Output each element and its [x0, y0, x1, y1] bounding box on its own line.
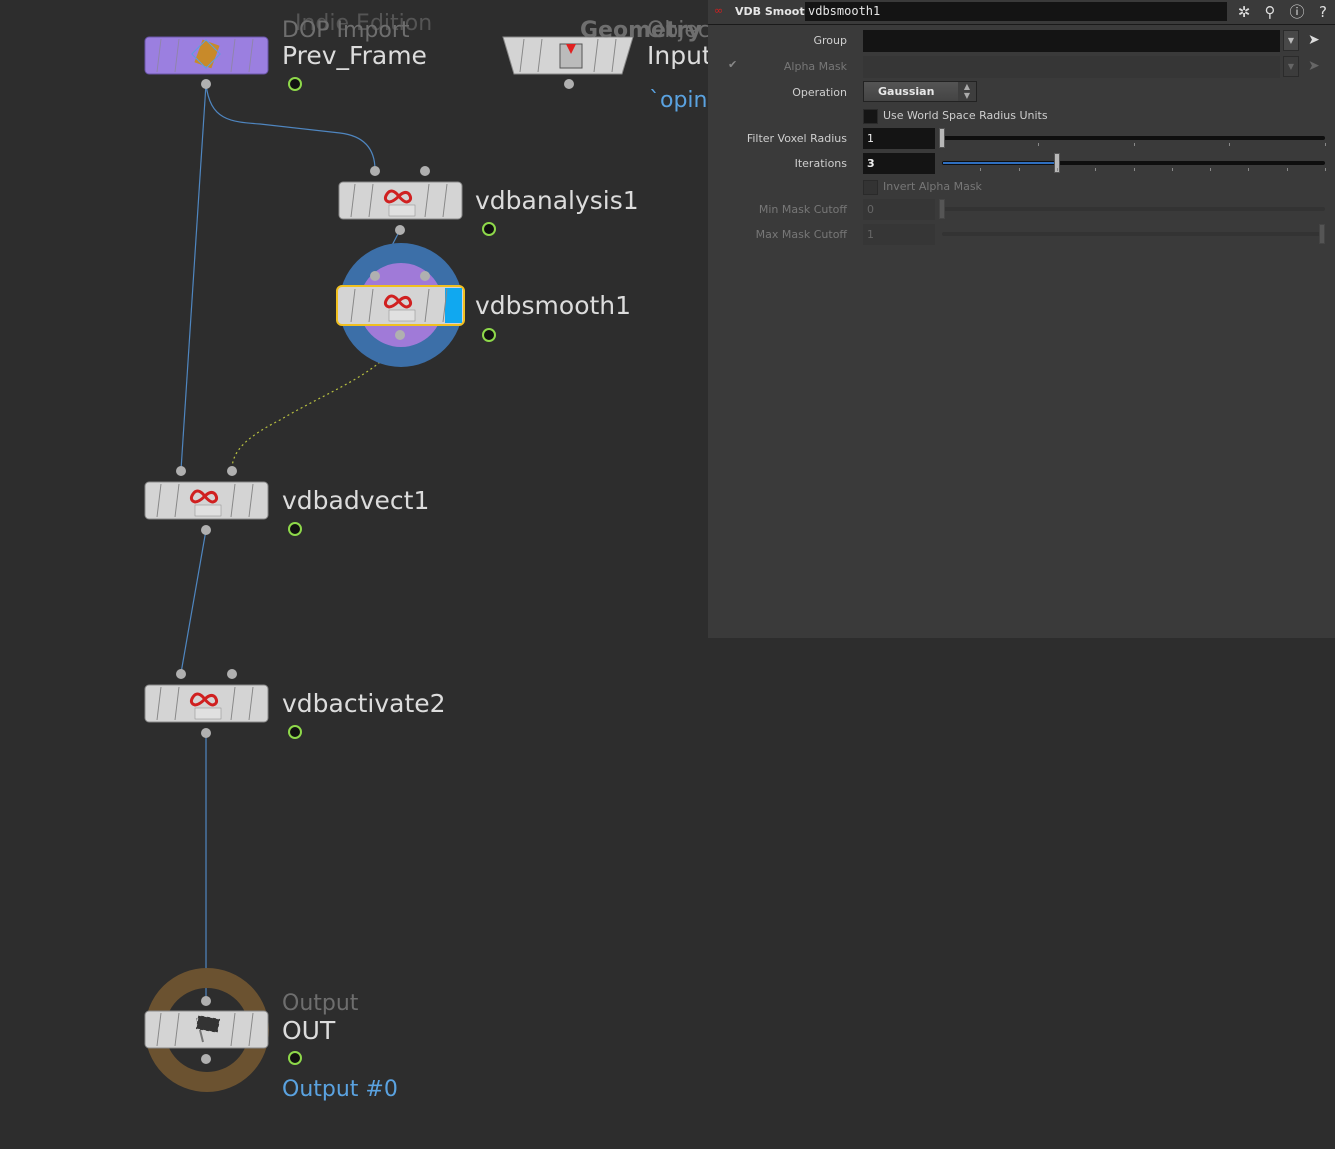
node-vdbactivate2[interactable]: vdbactivate2: [144, 669, 446, 739]
max-mask-cutoff-label: Max Mask Cutoff: [755, 228, 847, 241]
input-connector[interactable]: [420, 271, 430, 281]
slider-tick: [1229, 143, 1231, 146]
slider-tick: [1210, 168, 1212, 171]
min-mask-cutoff-slider[interactable]: [942, 207, 1325, 211]
help-icon[interactable]: ?: [1314, 3, 1332, 21]
node-type-label: DOP Import: [282, 18, 410, 43]
iterations-label: Iterations: [794, 157, 847, 170]
output-connector[interactable]: [201, 728, 211, 738]
node-name-label: OUT: [282, 1016, 336, 1045]
clock-icon: [482, 222, 496, 236]
min-mask-cutoff-input[interactable]: 0: [863, 199, 935, 220]
input-connector[interactable]: [227, 466, 237, 476]
slider-tick: [980, 168, 982, 171]
updown-arrow-icon: ▲ ▼: [958, 82, 976, 101]
group-input[interactable]: [863, 30, 1280, 52]
node-name-label: vdbactivate2: [282, 689, 446, 718]
slider-tick: [1095, 168, 1097, 171]
min-mask-cutoff-handle[interactable]: [939, 199, 945, 219]
node-comment: `opin: [649, 88, 707, 113]
node-vdbadvect1[interactable]: vdbadvect1: [144, 466, 429, 536]
parameter-header: ∞ VDB Smooth vdbsmooth1 ✲ ⚲ ⓘ ?: [708, 0, 1335, 25]
alpha-mask-toggle-icon[interactable]: ✔: [728, 58, 737, 71]
input-connector[interactable]: [370, 271, 380, 281]
node-comment: Output #0: [282, 1077, 398, 1102]
node-vdbsmooth1[interactable]: vdbsmooth1: [336, 243, 631, 367]
gear-icon[interactable]: ✲: [1235, 3, 1253, 21]
slider-tick: [1037, 143, 1039, 146]
min-mask-cutoff-label: Min Mask Cutoff: [758, 203, 847, 216]
slider-tick: [1133, 143, 1135, 146]
clock-icon: [288, 522, 302, 536]
output-connector[interactable]: [564, 79, 574, 89]
node-type-title: VDB Smooth: [735, 5, 813, 18]
invert-alpha-label: Invert Alpha Mask: [883, 180, 982, 193]
select-arrow-icon[interactable]: ➤: [1308, 32, 1320, 48]
search-icon[interactable]: ⚲: [1261, 3, 1279, 21]
filter-voxel-radius-input[interactable]: 1: [863, 128, 935, 149]
output-connector[interactable]: [201, 525, 211, 535]
filter-voxel-radius-label: Filter Voxel Radius: [746, 132, 847, 145]
node-input[interactable]: Geometry Object Input `opin: [502, 18, 719, 113]
max-mask-cutoff-input[interactable]: 1: [863, 224, 935, 245]
alpha-mask-dropdown-button[interactable]: ▼: [1283, 56, 1299, 77]
node-name-label: vdbanalysis1: [475, 186, 639, 215]
node-name-label: vdbadvect1: [282, 486, 429, 515]
input-connector[interactable]: [176, 669, 186, 679]
operation-label: Operation: [792, 86, 847, 99]
node-name-field[interactable]: vdbsmooth1: [805, 2, 1227, 21]
node-vdbanalysis1[interactable]: vdbanalysis1: [338, 166, 639, 236]
slider-tick: [1018, 168, 1020, 171]
filter-voxel-radius-slider[interactable]: [942, 136, 1325, 140]
display-flag[interactable]: [445, 288, 462, 323]
output-connector[interactable]: [395, 330, 405, 340]
info-icon[interactable]: ⓘ: [1288, 3, 1306, 21]
wires: [180, 83, 401, 1000]
operation-menu[interactable]: Gaussian ▲ ▼: [863, 81, 977, 102]
filter-voxel-radius-handle[interactable]: [939, 128, 945, 148]
slider-tick: [1286, 168, 1288, 171]
slider-tick: [1248, 168, 1250, 171]
slider-tick: [1056, 168, 1058, 171]
input-connector[interactable]: [201, 996, 211, 1006]
clock-icon: [288, 77, 302, 91]
max-mask-cutoff-handle[interactable]: [1319, 224, 1325, 244]
output-connector[interactable]: [201, 79, 211, 89]
clock-icon: [482, 328, 496, 342]
input-connector[interactable]: [176, 466, 186, 476]
slider-tick: [1133, 168, 1135, 171]
alpha-mask-input[interactable]: [863, 56, 1280, 78]
node-name-label: Prev_Frame: [282, 41, 427, 70]
clock-icon: [288, 1051, 302, 1065]
slider-tick: [1325, 168, 1326, 171]
object-merge-icon: [559, 43, 583, 69]
world-space-checkbox[interactable]: [863, 109, 878, 124]
world-space-label: Use World Space Radius Units: [883, 109, 1048, 122]
clock-icon: [288, 725, 302, 739]
iterations-slider-fill: [943, 162, 1058, 164]
group-label: Group: [813, 34, 848, 47]
slider-tick: [1325, 143, 1326, 146]
vdb-node-type-icon[interactable]: ∞: [714, 4, 732, 22]
node-prev-frame[interactable]: DOP Import Prev_Frame: [144, 18, 427, 91]
output-connector[interactable]: [395, 225, 405, 235]
output-connector[interactable]: [201, 1054, 211, 1064]
group-dropdown-button[interactable]: ▼: [1283, 30, 1299, 51]
operation-value: Gaussian: [878, 85, 935, 98]
max-mask-cutoff-slider[interactable]: [942, 232, 1325, 236]
node-out[interactable]: Output OUT Output #0: [144, 968, 398, 1102]
node-type-label: Output: [282, 991, 359, 1016]
slider-tick: [1171, 168, 1173, 171]
input-connector[interactable]: [370, 166, 380, 176]
input-connector[interactable]: [227, 669, 237, 679]
node-name-label: vdbsmooth1: [475, 291, 631, 320]
select-arrow-icon[interactable]: ➤: [1308, 58, 1320, 74]
invert-alpha-checkbox[interactable]: [863, 180, 878, 195]
alpha-mask-label: Alpha Mask: [783, 60, 847, 73]
parameter-panel: ∞ VDB Smooth vdbsmooth1 ✲ ⚲ ⓘ ? Group ▼ …: [708, 0, 1335, 638]
iterations-input[interactable]: 3: [863, 153, 935, 174]
input-connector[interactable]: [420, 166, 430, 176]
node-name-label: Input: [647, 41, 712, 70]
